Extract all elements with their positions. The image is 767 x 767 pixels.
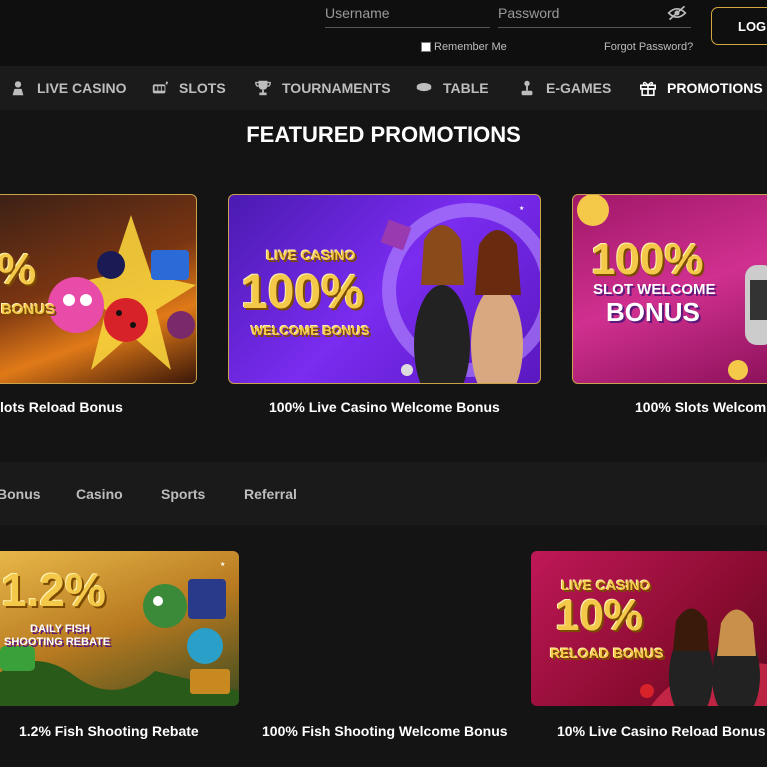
username-input[interactable]	[325, 0, 490, 27]
filter-tab-bonus[interactable]: Bonus	[0, 486, 41, 502]
slots-icon	[152, 81, 169, 94]
login-button[interactable]: LOGI	[711, 7, 767, 45]
promo-card-live-casino-welcome[interactable]: ★ LIVE CASINO 100% WELCOME BONUS	[228, 194, 541, 384]
promo-caption[interactable]: 10% Live Casino Reload Bonus	[557, 723, 766, 739]
promo-caption[interactable]: 100% Slots Welcom	[635, 399, 766, 415]
promo-caption[interactable]: 100% Live Casino Welcome Bonus	[269, 399, 500, 415]
remember-me[interactable]: Remember Me	[421, 41, 507, 53]
nav-item-label: TABLE	[443, 80, 489, 96]
gift-icon	[639, 81, 657, 97]
nav-item-tournaments[interactable]: TOURNAMENTS	[254, 66, 391, 110]
nav-item-slots[interactable]: SLOTS	[151, 66, 226, 110]
top-bar: Remember Me Forgot Password? LOGI	[0, 0, 767, 66]
banner-shooting-rebate-text: SHOOTING REBATE	[4, 636, 111, 648]
password-field[interactable]	[498, 0, 691, 28]
nav-item-e-games[interactable]: E-GAMES	[518, 66, 611, 110]
filter-tab-sports[interactable]: Sports	[161, 486, 205, 502]
nav-item-label: SLOTS	[179, 80, 226, 96]
table-icon	[416, 83, 432, 92]
nav-item-label: PROMOTIONS	[667, 80, 763, 96]
featured-promotions-title: FEATURED PROMOTIONS	[246, 122, 521, 147]
password-input[interactable]	[498, 0, 691, 27]
promo-caption[interactable]: 1.2% Fish Shooting Rebate	[19, 723, 199, 739]
banner-percent-text: 10%	[555, 591, 644, 640]
promo-caption[interactable]: 100% Fish Shooting Welcome Bonus	[262, 723, 508, 739]
banner-slot-welcome-text: SLOT WELCOME	[593, 281, 716, 298]
nav-item-label: TOURNAMENTS	[282, 80, 391, 96]
filter-tab-referral[interactable]: Referral	[244, 486, 297, 502]
banner-reload-bonus-text: RELOAD BONUS	[550, 645, 664, 661]
username-field[interactable]	[325, 0, 490, 28]
banner-bonus-text: BONUS	[1, 301, 56, 318]
promotion-filter-bar: Bonus Casino Sports Referral	[0, 462, 767, 525]
promo-card-fish-shooting-rebate[interactable]: ★ 1.2% DAILY FISH SHOOTING REBATE	[0, 551, 239, 706]
banner-percent-text: 1.2%	[1, 564, 106, 616]
remember-label: Remember Me	[434, 41, 507, 53]
filter-tab-casino[interactable]: Casino	[76, 486, 123, 502]
nav-item-label: E-GAMES	[546, 80, 612, 96]
main-nav: LIVE CASINO SLOTS TOURNAMENTS TABLE E-GA…	[0, 66, 767, 110]
nav-item-promotions[interactable]: PROMOTIONS	[639, 66, 763, 110]
trophy-icon	[255, 80, 271, 96]
promo-caption[interactable]: lots Reload Bonus	[0, 399, 123, 415]
eye-slash-icon[interactable]	[667, 4, 687, 22]
forgot-password-link[interactable]: Forgot Password?	[604, 41, 693, 53]
nav-item-live-casino[interactable]: LIVE CASINO	[9, 66, 126, 110]
promo-card-slots-reload[interactable]: % BONUS	[0, 194, 197, 384]
live-casino-icon	[12, 81, 24, 96]
banner-percent-text: %	[0, 245, 37, 294]
remember-checkbox[interactable]	[421, 42, 431, 52]
svg-text:★: ★	[519, 205, 524, 212]
banner-bonus-text: BONUS	[606, 297, 700, 327]
joystick-icon	[521, 80, 533, 96]
banner-percent-text: 100%	[241, 266, 364, 319]
banner-welcome-bonus-text: WELCOME BONUS	[251, 323, 370, 338]
nav-item-table[interactable]: TABLE	[415, 66, 489, 110]
banner-percent-text: 100%	[591, 235, 704, 284]
nav-item-label: LIVE CASINO	[37, 80, 127, 96]
promo-card-live-casino-reload[interactable]: LIVE CASINO 10% RELOAD BONUS	[531, 551, 767, 706]
banner-live-casino-text: LIVE CASINO	[266, 247, 356, 263]
svg-text:★: ★	[220, 561, 225, 568]
promo-card-slots-welcome[interactable]: 100% SLOT WELCOME BONUS	[572, 194, 767, 384]
banner-daily-fish-text: DAILY FISH	[30, 623, 90, 635]
